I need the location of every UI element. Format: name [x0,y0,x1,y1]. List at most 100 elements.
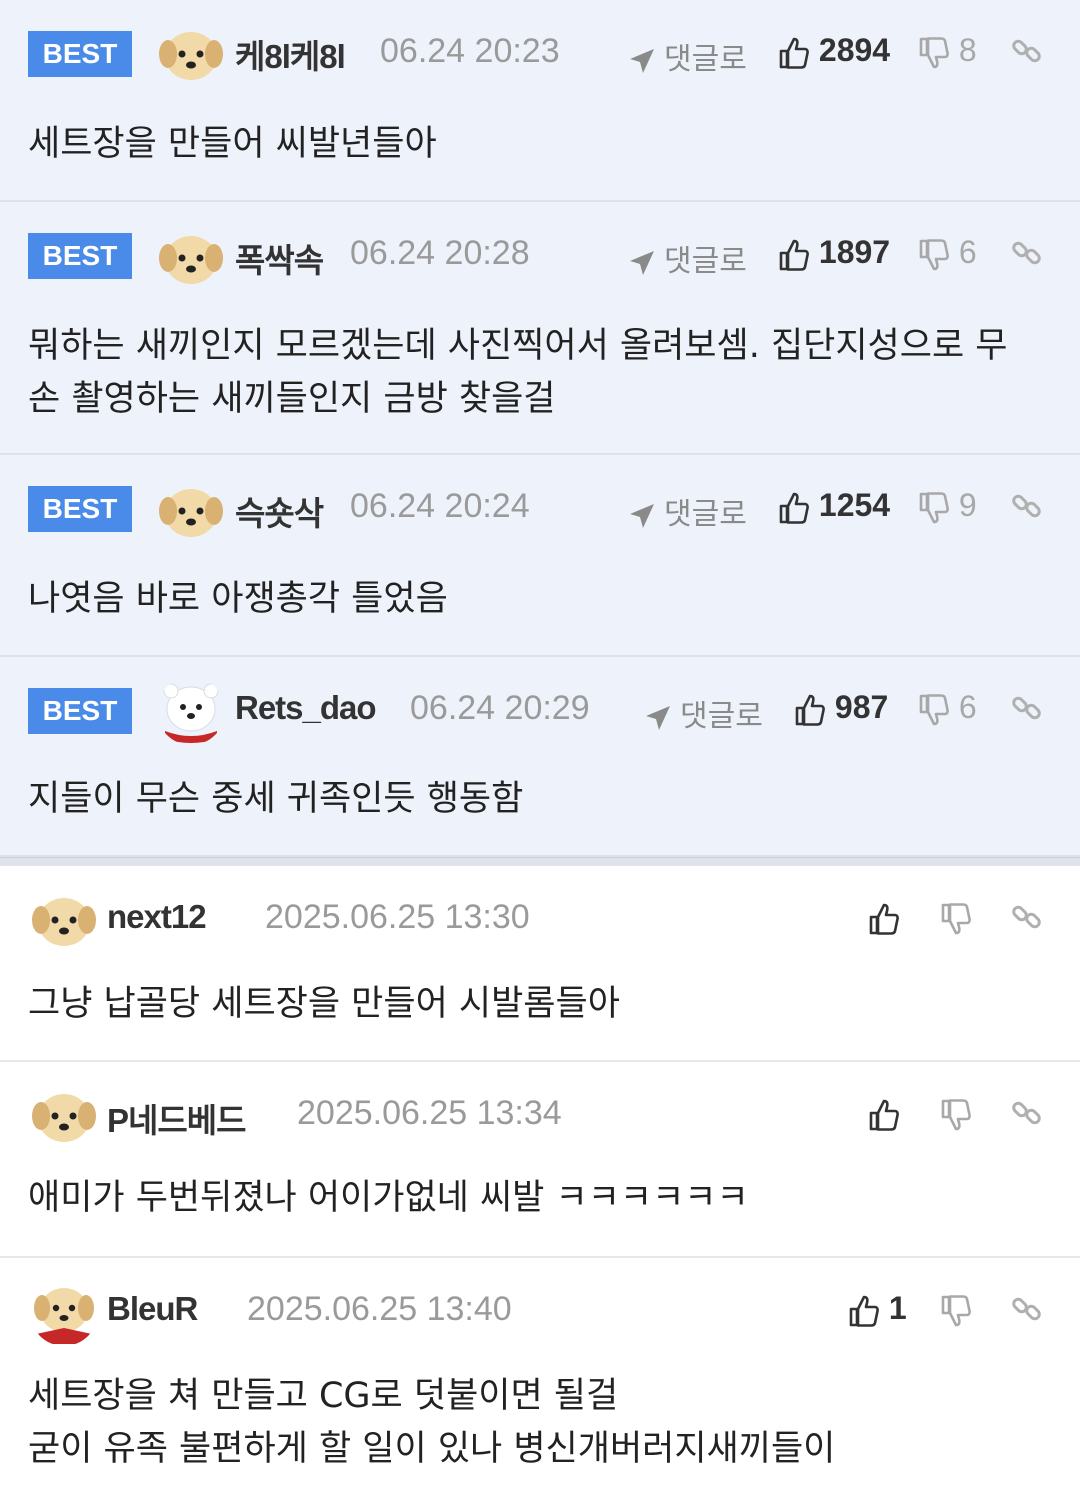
comment-text: 지들이 무슨 중세 귀족인듯 행동함 [28,779,524,819]
dislike-button[interactable]: 9 [918,487,977,525]
like-count: 1897 [818,234,891,270]
reply-label: 댓글로 [680,699,763,734]
thumbs-up-icon [779,239,809,271]
comment-text-line: 세트장을 쳐 만들고 CG로 덧붙이면 될걸 [28,1376,619,1416]
thumbs-down-icon [941,1294,971,1326]
thumbs-down-icon [919,693,949,725]
comment-text: 뭐하는 새끼인지 모르겠는데 사진찍어서 올려보셈. 집단지성으로 무 손 촬영… [28,320,1052,426]
dislike-button[interactable]: 6 [918,234,977,272]
thumbs-up-icon [779,37,809,69]
reply-label: 댓글로 [664,42,747,77]
puppy-scarf-avatar [34,1288,94,1344]
send-arrow-icon [630,503,654,528]
link-icon[interactable] [1010,34,1044,68]
reply-button[interactable]: 댓글로 [628,236,747,280]
send-arrow-icon [630,250,654,275]
best-comment: BEST Rets_dao 06.24 20:29 댓글로 987 6 지들이 … [0,657,1080,857]
puppy-avatar [32,1094,96,1142]
puppy-avatar [159,489,223,537]
thumbs-up-icon [849,1295,879,1327]
comment-text: 그냥 납골당 세트장을 만들어 시발롬들아 [28,984,620,1024]
like-count: 2894 [818,32,891,68]
thumbs-down-icon [941,902,971,934]
comment-date: 2025.06.25 13:34 [297,1094,562,1132]
comment-text-line: 뭐하는 새끼인지 모르겠는데 사진찍어서 올려보셈. 집단지성으로 무 [28,326,1008,366]
comment-item: BleuR 2025.06.25 13:40 1 세트장을 쳐 만들고 CG로 … [0,1258,1080,1505]
comment-item: next12 2025.06.25 13:30 그냥 납골당 세트장을 만들어 … [0,866,1080,1062]
best-comment: BEST 폭싹속 06.24 20:28 댓글로 1897 6 뭐하는 새끼인지… [0,202,1080,455]
dislike-button[interactable] [940,1094,972,1132]
comment-item: P네드베드 2025.06.25 13:34 애미가 두번뒤졌나 어이가없네 씨… [0,1062,1080,1258]
link-icon[interactable] [1010,489,1044,523]
author-nickname[interactable]: P네드베드 [107,1094,246,1142]
comment-text-line: 굳이 유족 불편하게 할 일이 있나 병신개버러지새끼들이 [28,1429,836,1469]
reply-button[interactable]: 댓글로 [628,34,747,78]
like-button[interactable]: 1254 [778,487,890,525]
thumbs-up-icon [779,492,809,524]
like-button[interactable]: 1897 [778,234,890,272]
best-comment: BEST 슥숏삭 06.24 20:24 댓글로 1254 9 나엿음 바로 아… [0,455,1080,657]
reply-button[interactable]: 댓글로 [644,691,763,735]
author-nickname[interactable]: next12 [107,898,207,936]
link-icon[interactable] [1010,1292,1044,1326]
like-count: 1 [888,1290,907,1326]
dislike-button[interactable] [940,898,972,936]
send-arrow-icon [646,705,670,730]
dislike-button[interactable]: 8 [918,32,977,70]
author-nickname[interactable]: 슥숏삭 [235,487,324,535]
link-icon[interactable] [1010,900,1044,934]
best-badge: BEST [28,233,132,279]
comment-text: 나엿음 바로 아쟁총각 틀었음 [28,579,448,619]
like-button[interactable] [868,1094,900,1132]
best-badge: BEST [28,486,132,532]
dislike-button[interactable] [940,1290,972,1328]
comment-text: 세트장을 쳐 만들고 CG로 덧붙이면 될걸 굳이 유족 불편하게 할 일이 있… [28,1370,1052,1476]
section-divider [0,857,1080,866]
link-icon[interactable] [1010,236,1044,270]
thumbs-up-icon [869,903,899,935]
comment-date: 06.24 20:28 [350,234,530,272]
best-badge: BEST [28,688,132,734]
puppy-avatar [159,236,223,284]
dislike-count: 6 [958,234,977,270]
comment-text: 애미가 두번뒤졌나 어이가없네 씨발 ㅋㅋㅋㅋㅋㅋ [28,1178,749,1218]
dislike-button[interactable]: 6 [918,689,977,727]
puppy-avatar [32,898,96,946]
comment-page: BEST 케8l케8l 06.24 20:23 댓글로 2894 8 세트장을 … [0,0,1080,1505]
link-icon[interactable] [1010,691,1044,725]
reply-button[interactable]: 댓글로 [628,489,747,533]
thumbs-down-icon [941,1098,971,1130]
reply-label: 댓글로 [664,244,747,279]
comment-date: 06.24 20:24 [350,487,530,525]
dislike-count: 9 [958,487,977,523]
like-button[interactable]: 987 [794,689,888,727]
thumbs-down-icon [919,491,949,523]
best-comment: BEST 케8l케8l 06.24 20:23 댓글로 2894 8 세트장을 … [0,0,1080,202]
comment-date: 2025.06.25 13:40 [247,1290,512,1328]
author-nickname[interactable]: 케8l케8l [235,30,346,78]
comment-date: 06.24 20:29 [410,689,590,727]
like-count: 1254 [818,487,891,523]
like-button[interactable]: 2894 [778,32,890,70]
link-icon[interactable] [1010,1096,1044,1130]
dislike-count: 8 [958,32,977,68]
dislike-count: 6 [958,689,977,725]
polar-bear-avatar [163,683,219,743]
send-arrow-icon [630,48,654,73]
comment-date: 06.24 20:23 [380,32,560,70]
reply-label: 댓글로 [664,497,747,532]
puppy-avatar [159,32,223,80]
author-nickname[interactable]: 폭싹속 [235,234,324,282]
comment-text-line: 손 촬영하는 새끼들인지 금방 찾을걸 [28,379,556,419]
like-button[interactable] [868,898,900,936]
thumbs-down-icon [919,36,949,68]
author-nickname[interactable]: Rets_dao [235,689,377,727]
thumbs-up-icon [869,1099,899,1131]
comment-text: 세트장을 만들어 씨발년들아 [28,124,437,164]
like-count: 987 [834,689,889,725]
best-badge: BEST [28,31,132,77]
author-nickname[interactable]: BleuR [107,1290,198,1328]
thumbs-down-icon [919,238,949,270]
like-button[interactable]: 1 [848,1290,907,1328]
comment-date: 2025.06.25 13:30 [265,898,530,936]
